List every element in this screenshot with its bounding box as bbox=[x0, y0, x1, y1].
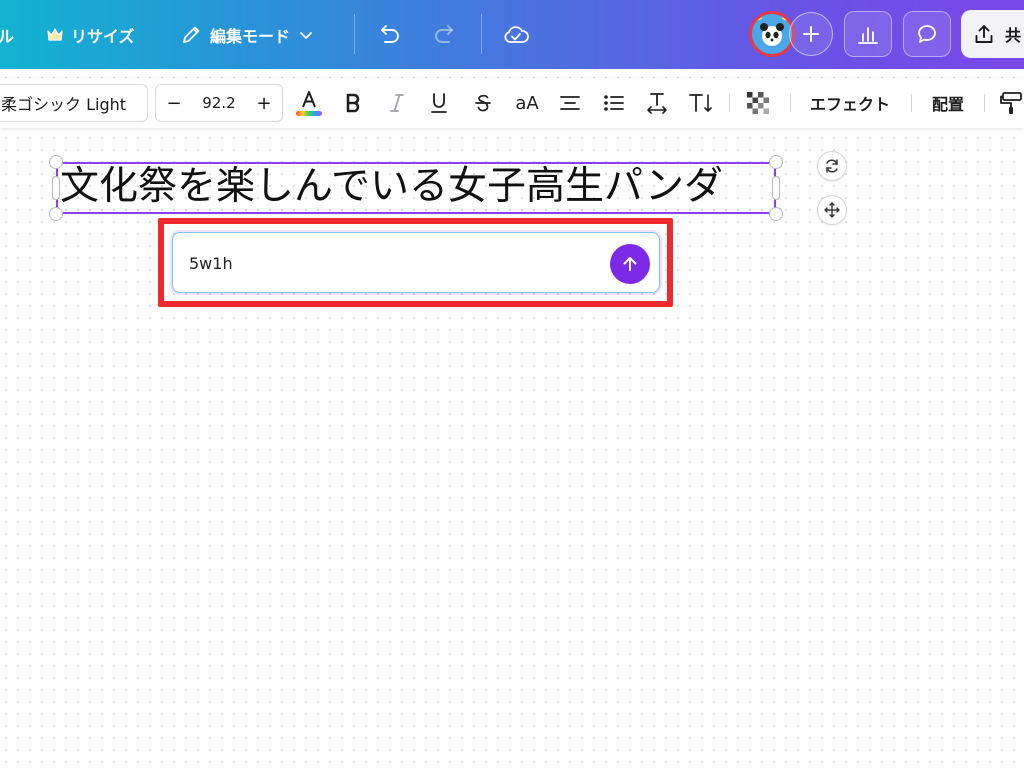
vertical-text-icon bbox=[689, 94, 712, 112]
font-size-decrease-button[interactable]: − bbox=[166, 93, 182, 114]
redo-icon bbox=[432, 24, 458, 46]
underline-icon bbox=[431, 93, 447, 113]
canvas-headline-text[interactable]: 文化祭を楽しんでいる女子高生パンダ bbox=[60, 161, 776, 213]
bold-button[interactable] bbox=[340, 78, 366, 128]
edit-mode-label: 編集モード bbox=[210, 26, 291, 46]
underline-button[interactable] bbox=[426, 78, 452, 128]
effects-button[interactable]: エフェクト bbox=[806, 78, 894, 128]
strikethrough-button[interactable] bbox=[470, 78, 496, 128]
text-formatting-toolbar: 柔ゴシック Light − 92.2 + aA エフェクト 配置 bbox=[0, 78, 1024, 128]
letter-spacing-button[interactable] bbox=[643, 78, 671, 128]
resize-handle-top-left[interactable] bbox=[49, 155, 63, 169]
bold-icon bbox=[346, 93, 360, 113]
letter-case-button[interactable]: aA bbox=[511, 78, 543, 128]
top-header-bar: ル リサイズ 編集モード 共 bbox=[0, 0, 1024, 69]
toolbar-divider bbox=[729, 94, 730, 112]
list-button[interactable] bbox=[600, 78, 628, 128]
bar-chart-icon bbox=[856, 23, 880, 45]
undo-icon bbox=[376, 24, 402, 46]
move-button[interactable] bbox=[817, 195, 847, 225]
transparency-button[interactable] bbox=[744, 78, 772, 128]
font-size-value[interactable]: 92.2 bbox=[202, 94, 235, 112]
letter-case-label: aA bbox=[515, 92, 539, 114]
header-divider bbox=[354, 14, 355, 54]
speech-bubble-icon bbox=[915, 22, 939, 46]
file-menu-button[interactable]: ル bbox=[0, 0, 14, 69]
resize-label: リサイズ bbox=[71, 26, 135, 46]
strikethrough-icon bbox=[475, 94, 491, 112]
cloud-check-icon bbox=[502, 24, 530, 46]
text-color-icon bbox=[296, 91, 322, 116]
chevron-down-icon bbox=[298, 27, 314, 43]
copy-style-button[interactable] bbox=[998, 78, 1024, 128]
toolbar-divider bbox=[790, 94, 791, 112]
text-color-button[interactable] bbox=[294, 78, 324, 128]
font-size-stepper: − 92.2 + bbox=[155, 84, 283, 122]
share-button[interactable]: 共 bbox=[961, 10, 1024, 58]
font-size-increase-button[interactable]: + bbox=[256, 93, 272, 114]
effects-label: エフェクト bbox=[809, 95, 890, 114]
pencil-icon bbox=[180, 24, 202, 46]
toolbar-divider bbox=[984, 94, 985, 112]
arrow-up-icon bbox=[623, 257, 637, 271]
plus-icon bbox=[802, 25, 820, 43]
crown-icon bbox=[46, 27, 64, 43]
paint-roller-icon bbox=[1000, 92, 1022, 114]
arrange-button[interactable]: 配置 bbox=[928, 78, 968, 128]
resize-handle-left[interactable] bbox=[52, 176, 60, 200]
bullet-list-icon bbox=[604, 95, 624, 111]
font-family-select[interactable]: 柔ゴシック Light bbox=[0, 84, 148, 122]
move-arrows-icon bbox=[824, 202, 840, 218]
toolbar-divider bbox=[911, 94, 912, 112]
undo-button[interactable] bbox=[376, 0, 402, 69]
comments-button[interactable] bbox=[903, 11, 951, 57]
resize-handle-top-right[interactable] bbox=[769, 155, 783, 169]
upload-icon bbox=[973, 23, 995, 45]
font-family-value: 柔ゴシック Light bbox=[1, 95, 127, 114]
submit-button[interactable] bbox=[610, 244, 650, 284]
resize-handle-bottom-right[interactable] bbox=[769, 207, 783, 221]
share-label: 共 bbox=[1005, 26, 1022, 45]
resize-button[interactable]: リサイズ bbox=[46, 0, 135, 69]
align-button[interactable] bbox=[556, 78, 584, 128]
checkerboard-icon bbox=[747, 92, 769, 114]
resize-handle-bottom-left[interactable] bbox=[49, 207, 63, 221]
vertical-text-button[interactable] bbox=[687, 78, 715, 128]
ai-prompt-box bbox=[172, 232, 660, 293]
italic-icon bbox=[390, 94, 404, 112]
file-menu-label: ル bbox=[0, 26, 15, 46]
rotate-icon bbox=[826, 159, 838, 173]
edit-mode-dropdown[interactable]: 編集モード bbox=[180, 0, 314, 69]
align-center-icon bbox=[560, 96, 580, 110]
panda-icon bbox=[757, 17, 787, 46]
prompt-input[interactable] bbox=[189, 251, 589, 275]
resize-handle-right[interactable] bbox=[772, 176, 780, 200]
add-collaborator-button[interactable] bbox=[789, 12, 833, 56]
insights-button[interactable] bbox=[844, 11, 892, 57]
header-divider bbox=[481, 14, 482, 54]
letter-spacing-icon bbox=[647, 93, 667, 114]
rotate-button[interactable] bbox=[817, 151, 847, 181]
redo-button[interactable] bbox=[432, 0, 458, 69]
cloud-save-button[interactable] bbox=[502, 0, 530, 69]
italic-button[interactable] bbox=[384, 78, 410, 128]
arrange-label: 配置 bbox=[931, 95, 964, 114]
